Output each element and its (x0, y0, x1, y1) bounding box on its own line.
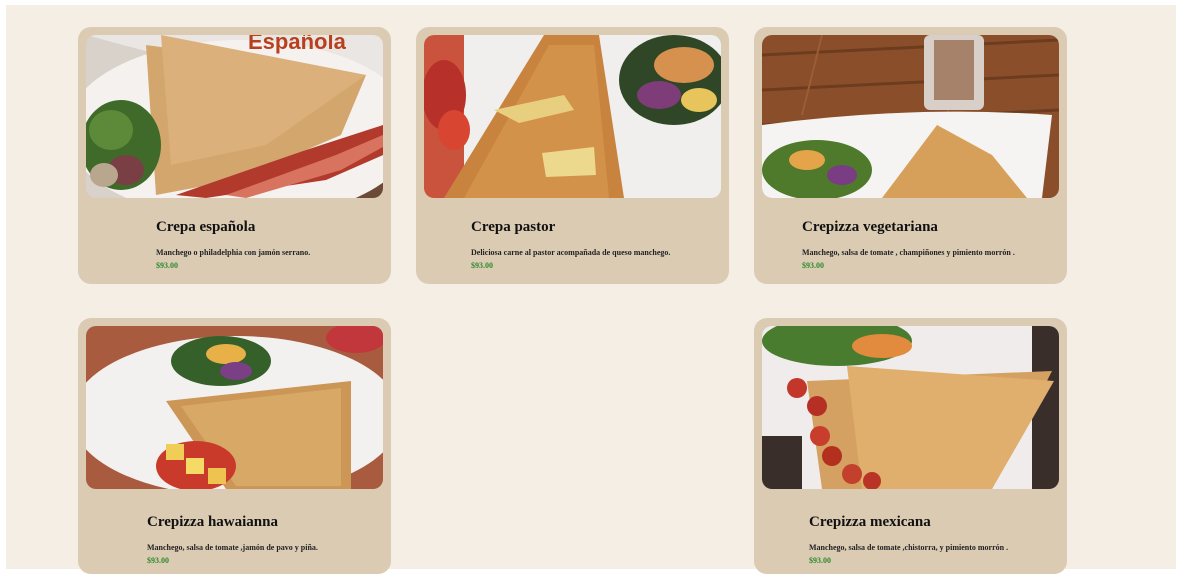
menu-item-description: Manchego o philadelphia con jamón serran… (156, 248, 311, 257)
menu-item-description: Manchego, salsa de tomate , champiñones … (802, 248, 1015, 257)
menu-page: Española Crepa española Manchego o phila… (6, 5, 1176, 574)
espanola-sign-text: Española (248, 35, 347, 54)
menu-item-description: Manchego, salsa de tomate ,jamón de pavo… (147, 543, 318, 552)
menu-item-price: $93.00 (809, 556, 831, 565)
menu-item-price: $93.00 (471, 261, 493, 270)
menu-item-description: Deliciosa carne al pastor acompañada de … (471, 248, 671, 257)
menu-item-price: $93.00 (147, 556, 169, 565)
menu-card-crepizza-vegetariana[interactable]: Crepizza vegetariana Manchego, salsa de … (754, 27, 1067, 284)
menu-item-name: Crepizza mexicana (809, 514, 931, 530)
menu-card-crepizza-hawaianna[interactable]: Crepizza hawaianna Manchego, salsa de to… (78, 318, 391, 574)
menu-card-crepizza-mexicana[interactable]: Crepizza mexicana Manchego, salsa de tom… (754, 318, 1067, 574)
menu-item-name: Crepa española (156, 219, 256, 235)
menu-item-price: $93.00 (156, 261, 178, 270)
crepizza-vegetariana-photo (762, 35, 1059, 198)
menu-item-price: $93.00 (802, 261, 824, 270)
crepizza-mexicana-photo (762, 326, 1059, 489)
menu-item-description: Manchego, salsa de tomate ,chistorra, y … (809, 543, 1009, 552)
menu-card-crepa-espanola[interactable]: Española Crepa española Manchego o phila… (78, 27, 391, 284)
menu-card-crepa-pastor[interactable]: Crepa pastor Deliciosa carne al pastor a… (416, 27, 729, 284)
menu-item-name: Crepizza hawaianna (147, 514, 278, 530)
menu-item-name: Crepa pastor (471, 219, 556, 235)
menu-item-name: Crepizza vegetariana (802, 219, 938, 235)
crepizza-hawaianna-photo (86, 326, 383, 489)
crepa-espanola-photo: Española (86, 35, 383, 198)
crepa-pastor-photo (424, 35, 721, 198)
